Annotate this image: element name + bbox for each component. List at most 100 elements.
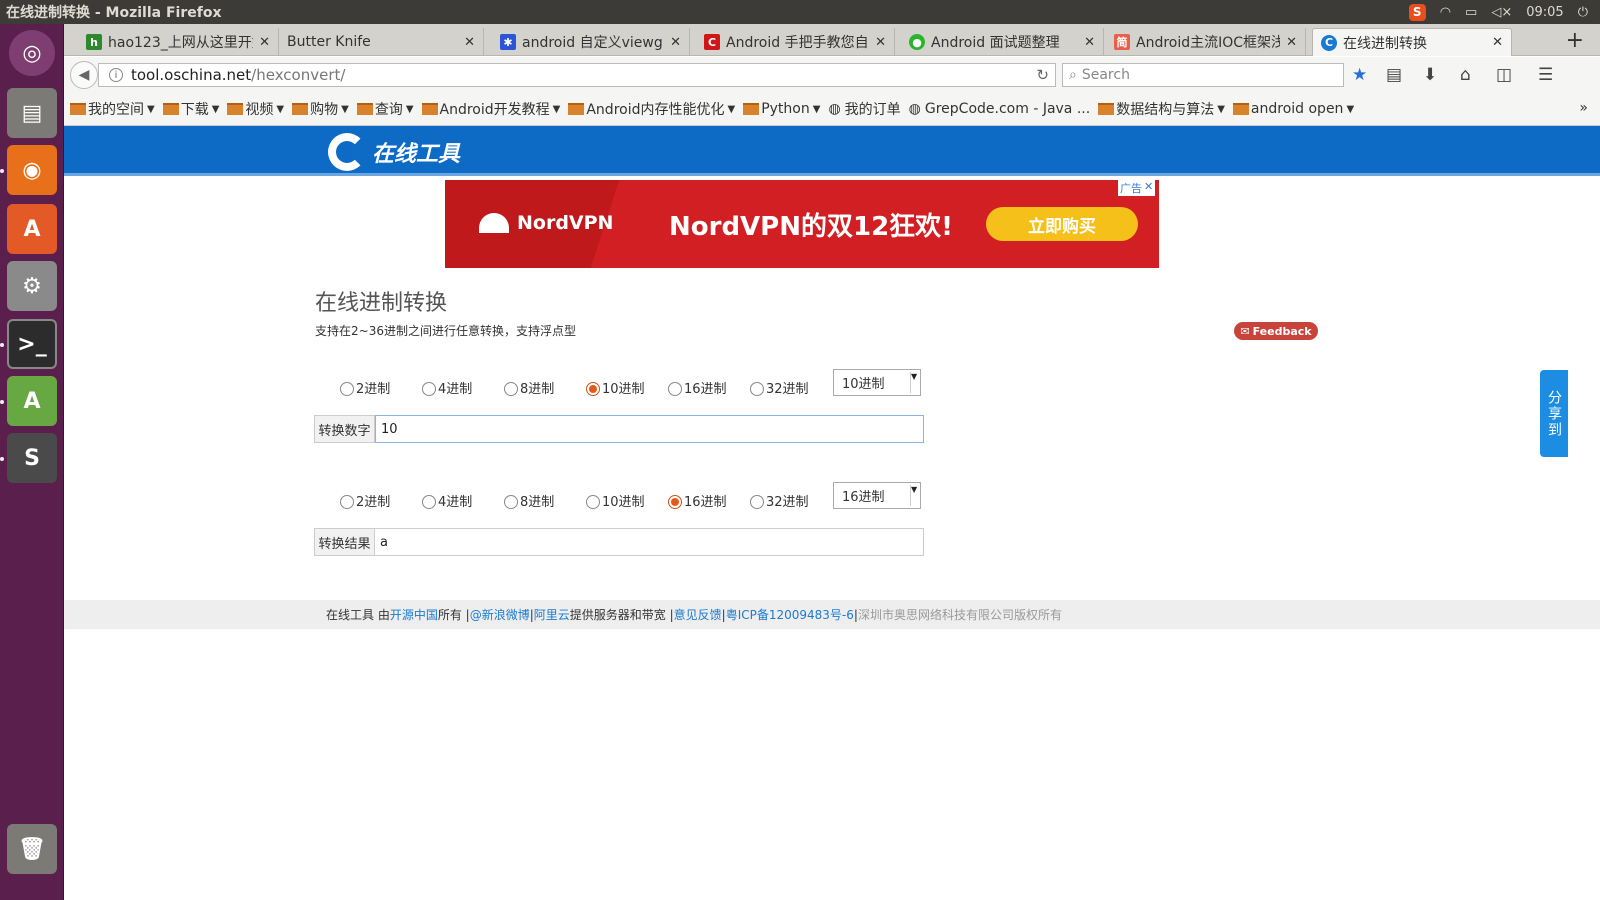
bookmark-folder[interactable]: 我的空间 ▼: [70, 99, 155, 119]
oschina-icon: C: [1321, 34, 1337, 51]
tab-hao123[interactable]: h hao123_上网从这里开始 ✕: [78, 28, 279, 56]
close-tab-icon[interactable]: ✕: [259, 35, 270, 50]
ad-cta-button[interactable]: 立即购买: [986, 207, 1138, 241]
radio-button[interactable]: [750, 382, 764, 396]
downloads-icon[interactable]: ⬇: [1423, 65, 1437, 85]
from-radio-16[interactable]: 16进制: [668, 378, 750, 397]
from-base-select[interactable]: 10进制 ▼: [833, 369, 921, 396]
feedback-button[interactable]: ✉ Feedback: [1234, 322, 1318, 340]
close-tab-icon[interactable]: ✕: [875, 35, 886, 50]
footer-link-feedback[interactable]: 意见反馈: [674, 606, 722, 623]
back-icon[interactable]: ◀: [70, 61, 98, 89]
tab-butter-knife[interactable]: Butter Knife ✕: [279, 28, 484, 56]
bookmark-folder[interactable]: 查询 ▼: [356, 99, 414, 119]
share-widget[interactable]: 分享到: [1540, 370, 1568, 457]
radio-label: 32进制: [766, 382, 809, 397]
bookmark-link[interactable]: ◍ 我的订单: [828, 99, 900, 119]
to-radio-10[interactable]: 10进制: [586, 491, 668, 510]
bookmark-folder[interactable]: Android开发教程 ▼: [421, 99, 560, 119]
bookmark-folder[interactable]: Python ▼: [743, 101, 820, 117]
bookmark-folder[interactable]: 下载 ▼: [162, 99, 219, 119]
close-tab-icon[interactable]: ✕: [464, 35, 475, 50]
power-icon[interactable]: ⏻: [1578, 5, 1588, 20]
reading-list-icon[interactable]: ▤: [1386, 65, 1402, 85]
radio-button[interactable]: [340, 382, 354, 396]
sublime-text-icon[interactable]: S: [7, 433, 57, 483]
radio-button[interactable]: [340, 495, 354, 509]
footer-link-oschina[interactable]: 开源中国: [390, 606, 438, 623]
reload-icon[interactable]: ↻: [1036, 66, 1049, 84]
to-radio-2[interactable]: 2进制: [340, 491, 422, 510]
from-radio-8[interactable]: 8进制: [504, 378, 586, 397]
to-base-select[interactable]: 16进制 ▼: [833, 482, 921, 509]
firefox-icon[interactable]: ◉: [7, 145, 57, 195]
site-logo[interactable]: 在线工具: [328, 133, 460, 171]
site-info-icon[interactable]: i: [109, 68, 123, 82]
new-tab-icon[interactable]: +: [1566, 28, 1584, 53]
from-radio-4[interactable]: 4进制: [422, 378, 504, 397]
tab-android-ioc[interactable]: 简 Android主流IOC框架浅 ✕: [1106, 28, 1306, 56]
close-tab-icon[interactable]: ✕: [670, 35, 681, 50]
terminal-icon[interactable]: >_: [7, 319, 57, 369]
footer-link-weibo[interactable]: @新浪微博: [470, 606, 530, 623]
tab-android-viewgroup[interactable]: ✱ android 自定义viewgroup ✕: [492, 28, 690, 56]
to-radio-32[interactable]: 32进制: [750, 491, 832, 510]
bookmark-folder[interactable]: android open ▼: [1232, 101, 1354, 117]
close-tab-icon[interactable]: ✕: [1492, 35, 1503, 50]
wifi-icon[interactable]: ◠: [1440, 5, 1451, 20]
bookmark-link[interactable]: ◍ GrepCode.com - Java ...: [909, 101, 1091, 117]
from-radio-2[interactable]: 2进制: [340, 378, 422, 397]
menu-icon[interactable]: ☰: [1538, 65, 1553, 85]
url-bar[interactable]: i tool.oschina.net /hexconvert/ ↻: [98, 63, 1056, 87]
bookmarks-overflow-icon[interactable]: »: [1579, 100, 1588, 116]
ad-tag[interactable]: 广告 ✕: [1118, 180, 1156, 196]
radio-button[interactable]: [668, 495, 682, 509]
tab-csdn-android[interactable]: C Android 手把手教您自 ✕: [696, 28, 895, 56]
chevron-down-icon: ▼: [1217, 103, 1225, 115]
bookmark-folder[interactable]: Android内存性能优化 ▼: [568, 99, 735, 119]
software-center-icon[interactable]: A: [7, 204, 57, 254]
battery-icon[interactable]: ▭: [1465, 5, 1477, 20]
android-studio-icon[interactable]: A: [7, 376, 57, 426]
clock[interactable]: 09:05: [1526, 5, 1563, 20]
tab-hexconvert[interactable]: C 在线进制转换 ✕: [1312, 28, 1512, 56]
to-radio-16[interactable]: 16进制: [668, 491, 750, 510]
number-input[interactable]: [375, 415, 924, 443]
bookmark-folder[interactable]: 购物 ▼: [292, 99, 349, 119]
bookmark-folder[interactable]: 视频 ▼: [227, 99, 284, 119]
bookmark-label: 我的空间: [88, 102, 144, 118]
radio-button[interactable]: [422, 495, 436, 509]
radio-button[interactable]: [586, 495, 600, 509]
system-settings-icon[interactable]: ⚙: [7, 261, 57, 311]
bookmark-star-icon[interactable]: ★: [1352, 65, 1367, 85]
result-output[interactable]: [375, 528, 924, 556]
close-tab-icon[interactable]: ✕: [1084, 35, 1095, 50]
radio-button[interactable]: [668, 382, 682, 396]
radio-button[interactable]: [422, 382, 436, 396]
trash-icon[interactable]: 🗑: [7, 824, 57, 874]
ad-banner[interactable]: NordVPN NordVPN的双12狂欢! 立即购买: [445, 180, 1159, 268]
search-input[interactable]: ⌕ Search: [1062, 63, 1344, 87]
radio-button[interactable]: [586, 382, 600, 396]
bookmark-folder[interactable]: 数据结构与算法 ▼: [1098, 99, 1225, 119]
home-icon[interactable]: ⌂: [1460, 65, 1471, 85]
radio-button[interactable]: [750, 495, 764, 509]
to-radio-4[interactable]: 4进制: [422, 491, 504, 510]
from-radio-10[interactable]: 10进制: [586, 378, 668, 397]
footer-link-aliyun[interactable]: 阿里云: [534, 606, 570, 623]
footer-link-icp[interactable]: 粤ICP备12009483号-6: [726, 606, 854, 623]
radio-button[interactable]: [504, 382, 518, 396]
volume-icon[interactable]: ◁×: [1491, 5, 1512, 20]
ad-label: 广告: [1120, 182, 1142, 195]
sogou-input-icon[interactable]: S: [1408, 3, 1426, 21]
ubuntu-dash-icon[interactable]: ◎: [9, 30, 55, 76]
radio-button[interactable]: [504, 495, 518, 509]
from-radio-32[interactable]: 32进制: [750, 378, 832, 397]
tab-android-interview[interactable]: ● Android 面试题整理 ✕: [901, 28, 1104, 56]
close-tab-icon[interactable]: ✕: [1286, 35, 1297, 50]
pocket-icon[interactable]: ◫: [1496, 65, 1512, 85]
ad-close-icon[interactable]: ✕: [1144, 180, 1153, 196]
to-radio-8[interactable]: 8进制: [504, 491, 586, 510]
chevron-down-icon: ▼: [341, 103, 349, 115]
files-icon[interactable]: ▤: [7, 88, 57, 138]
